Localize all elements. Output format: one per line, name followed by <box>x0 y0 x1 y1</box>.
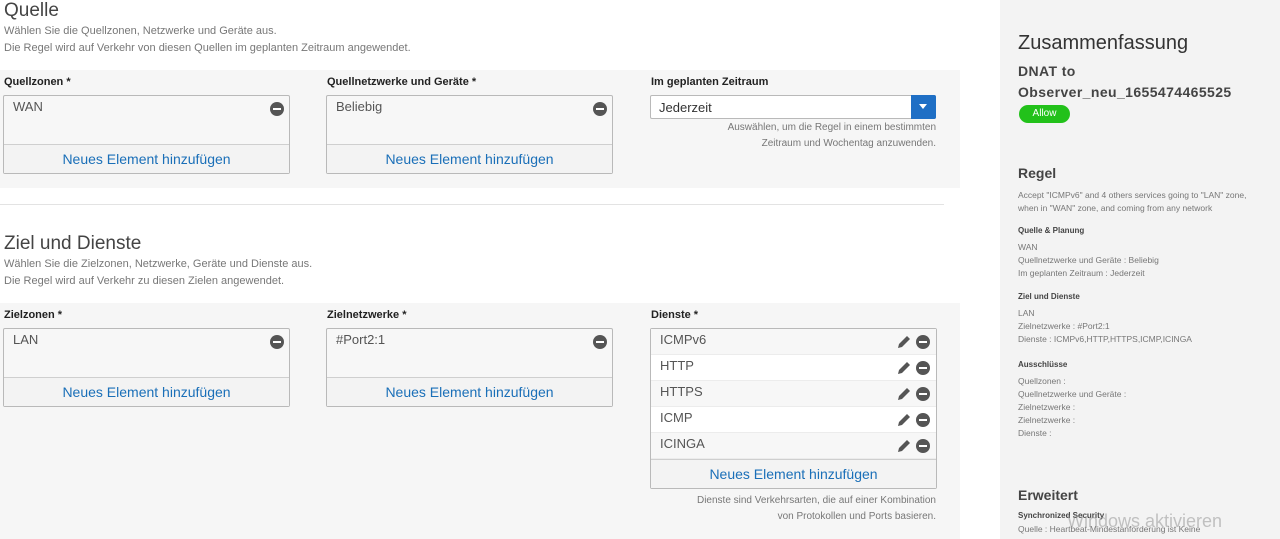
summary-line: Zielnetzwerke : #Port2:1 <box>1018 321 1110 331</box>
regel-desc-1: Accept "ICMPv6" and 4 others services go… <box>1018 190 1247 200</box>
item-label: #Port2:1 <box>336 332 386 347</box>
windows-activation-watermark: Windows aktivieren <box>1067 511 1223 531</box>
destination-zones-list: LAN Neues Element hinzufügen <box>3 328 290 407</box>
pencil-icon[interactable] <box>896 386 912 402</box>
destination-summary: LAN Zielnetzwerke : #Port2:1 Dienste : I… <box>1018 307 1192 346</box>
chevron-down-icon[interactable] <box>911 95 936 119</box>
list-item: HTTP <box>651 355 936 381</box>
exclusions-title: Ausschlüsse <box>1018 360 1068 369</box>
item-label: HTTP <box>660 358 694 373</box>
regel-desc: Accept "ICMPv6" and 4 others services go… <box>1018 189 1246 215</box>
schedule-hint: Auswählen, um die Regel in einem bestimm… <box>650 120 936 152</box>
source-networks-list: Beliebig Neues Element hinzufügen <box>326 95 613 174</box>
destination-summary-title: Ziel und Dienste <box>1018 292 1080 301</box>
services-list: ICMPv6 HTTP HTTPS ICMP ICINGA Neues Elem… <box>650 328 937 489</box>
remove-icon[interactable] <box>593 102 607 116</box>
services-label: Dienste * <box>651 309 699 321</box>
source-section-title: Quelle <box>4 0 59 21</box>
source-desc-2: Die Regel wird auf Verkehr von diesen Qu… <box>4 42 411 54</box>
source-networks-label: Quellnetzwerke und Geräte * <box>327 76 477 88</box>
source-summary-title: Quelle & Planung <box>1018 226 1085 235</box>
add-element-button[interactable]: Neues Element hinzufügen <box>327 144 612 173</box>
item-label: HTTPS <box>660 384 703 399</box>
rule-name-line-1: DNAT to <box>1018 63 1076 79</box>
destination-section-title: Ziel und Dienste <box>4 233 142 254</box>
list-filler <box>4 122 289 144</box>
rule-name-line-2: Observer_neu_1655474465525 <box>1018 84 1232 100</box>
summary-line: Zielnetzwerke : <box>1018 415 1076 425</box>
item-label: LAN <box>13 332 39 347</box>
source-desc-1: Wählen Sie die Quellzonen, Netzwerke und… <box>4 25 277 37</box>
add-element-button[interactable]: Neues Element hinzufügen <box>4 377 289 406</box>
list-filler <box>327 355 612 377</box>
summary-line: Quellnetzwerke und Geräte : <box>1018 389 1127 399</box>
summary-line: Quellzonen : <box>1018 376 1066 386</box>
add-element-button[interactable]: Neues Element hinzufügen <box>4 144 289 173</box>
section-divider <box>0 204 944 205</box>
source-zones-list: WAN Neues Element hinzufügen <box>3 95 290 174</box>
rule-editor: Quelle Wählen Sie die Quellzonen, Netzwe… <box>0 0 1000 539</box>
schedule-select[interactable]: Jederzeit <box>650 95 936 119</box>
summary-line: LAN <box>1018 308 1035 318</box>
summary-line: WAN <box>1018 242 1038 252</box>
add-element-button[interactable]: Neues Element hinzufügen <box>327 377 612 406</box>
schedule-hint-1: Auswählen, um die Regel in einem bestimm… <box>727 122 936 133</box>
schedule-value: Jederzeit <box>659 100 712 115</box>
regel-title: Regel <box>1018 165 1057 181</box>
list-filler <box>4 355 289 377</box>
exclusions-summary: Quellzonen : Quellnetzwerke und Geräte :… <box>1018 375 1126 440</box>
list-item: Beliebig <box>327 96 612 122</box>
list-item: ICMPv6 <box>651 329 936 355</box>
list-item: LAN <box>4 329 289 355</box>
destination-zones-label: Zielzonen * <box>4 309 63 321</box>
regel-desc-2: when in "WAN" zone, and coming from any … <box>1018 203 1213 213</box>
item-label: Beliebig <box>336 99 383 114</box>
summary-line: Quellnetzwerke und Geräte : Beliebig <box>1018 255 1159 265</box>
remove-icon[interactable] <box>270 102 284 116</box>
remove-icon[interactable] <box>916 413 930 427</box>
source-zones-label: Quellzonen * <box>4 76 71 88</box>
source-summary: WAN Quellnetzwerke und Geräte : Beliebig… <box>1018 241 1159 280</box>
destination-desc-1: Wählen Sie die Zielzonen, Netzwerke, Ger… <box>4 258 313 270</box>
remove-icon[interactable] <box>270 335 284 349</box>
pencil-icon[interactable] <box>896 334 912 350</box>
services-hint: Dienste sind Verkehrsarten, die auf eine… <box>650 493 936 525</box>
list-item: ICMP <box>651 407 936 433</box>
pencil-icon[interactable] <box>896 360 912 376</box>
services-hint-2: von Protokollen und Ports basieren. <box>777 511 936 522</box>
list-item: WAN <box>4 96 289 122</box>
action-badge: Allow <box>1019 105 1070 123</box>
remove-icon[interactable] <box>593 335 607 349</box>
summary-title: Zusammenfassung <box>1018 32 1189 54</box>
item-label: ICMP <box>660 410 693 425</box>
summary-line: Dienste : ICMPv6,HTTP,HTTPS,ICMP,ICINGA <box>1018 334 1192 344</box>
remove-icon[interactable] <box>916 387 930 401</box>
pencil-icon[interactable] <box>896 438 912 454</box>
remove-icon[interactable] <box>916 335 930 349</box>
list-filler <box>327 122 612 144</box>
advanced-title: Erweitert <box>1018 487 1078 503</box>
list-item: ICINGA <box>651 433 936 459</box>
destination-desc-2: Die Regel wird auf Verkehr zu diesen Zie… <box>4 275 285 287</box>
summary-line: Dienste : <box>1018 428 1052 438</box>
summary-line: Zielnetzwerke : <box>1018 402 1076 412</box>
summary-panel: Zusammenfassung DNAT to Observer_neu_165… <box>1000 0 1280 539</box>
summary-line: Im geplanten Zeitraum : Jederzeit <box>1018 268 1145 278</box>
item-label: ICINGA <box>660 436 705 451</box>
schedule-label: Im geplanten Zeitraum <box>651 76 769 88</box>
list-item: #Port2:1 <box>327 329 612 355</box>
pencil-icon[interactable] <box>896 412 912 428</box>
schedule-hint-2: Zeitraum und Wochentag anzuwenden. <box>761 138 936 149</box>
remove-icon[interactable] <box>916 439 930 453</box>
remove-icon[interactable] <box>916 361 930 375</box>
add-element-button[interactable]: Neues Element hinzufügen <box>651 459 936 488</box>
destination-networks-label: Zielnetzwerke * <box>327 309 407 321</box>
services-hint-1: Dienste sind Verkehrsarten, die auf eine… <box>696 495 936 506</box>
item-label: WAN <box>13 99 43 114</box>
destination-networks-list: #Port2:1 Neues Element hinzufügen <box>326 328 613 407</box>
list-item: HTTPS <box>651 381 936 407</box>
item-label: ICMPv6 <box>660 332 707 347</box>
